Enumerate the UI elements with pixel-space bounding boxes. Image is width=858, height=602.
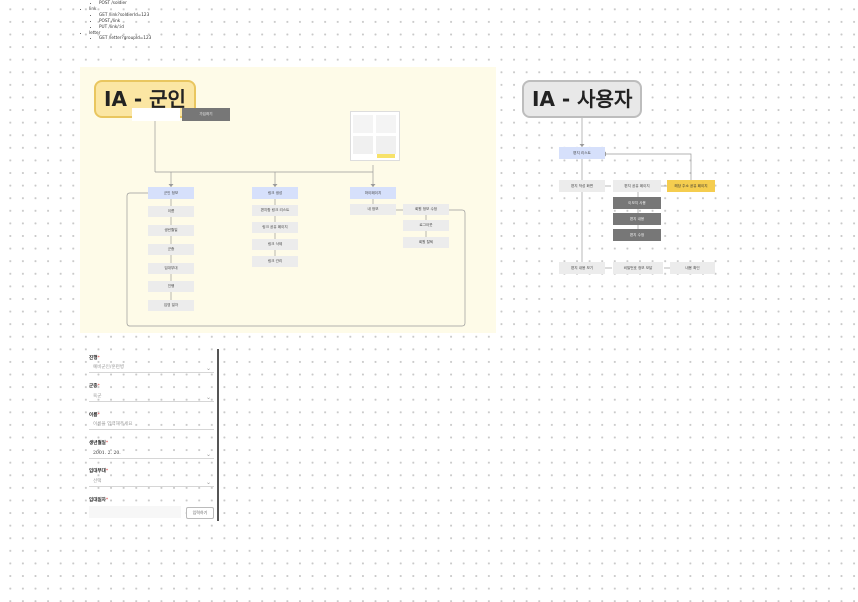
ia-soldier-node: 링크 삭제 — [252, 239, 298, 250]
birthdate-input[interactable]: 2001. 2. 20. ⌄ — [89, 449, 214, 459]
ia-soldier-node: 입대부대 — [148, 263, 194, 274]
ia-user-node: 편지 공유 페이지 — [613, 180, 661, 192]
form-label: 입대일자* — [89, 498, 109, 503]
unit-select[interactable]: 선택 ⌄ — [89, 477, 214, 487]
ia-user-title: IA - 사용자 — [522, 80, 643, 118]
ia-user-dark-node: 이모지 사용 — [613, 197, 661, 209]
ia-soldier-node: 이름 — [148, 206, 194, 217]
mini-screenshot-thumbnail — [350, 111, 400, 161]
form-label: 생년월일* — [89, 441, 109, 446]
chevron-down-icon: ⌄ — [205, 365, 211, 372]
chevron-down-icon: ⌄ — [205, 451, 211, 458]
ia-user-dark-node: 편지 내용 — [613, 213, 661, 225]
ia-soldier-node: 회원 탈퇴 — [403, 237, 449, 248]
ia-soldier-signup-node: 가입하기 — [182, 108, 230, 121]
ia-soldier-node: 입영 일자 — [148, 300, 194, 311]
ia-soldier-node: 링크 공유 페이지 — [252, 222, 298, 233]
ia-user-dark-node: 편지 수정 — [613, 229, 661, 241]
form-label: 군종* — [89, 384, 100, 389]
form-label: 진행* — [89, 356, 100, 361]
ia-user-node: 내용 확인 — [670, 262, 715, 274]
ia-soldier-node: 내 정보 — [350, 204, 396, 215]
chevron-down-icon: ⌄ — [205, 394, 211, 401]
ia-soldier-branch: 마이페이지 — [350, 187, 396, 199]
form-divider — [217, 349, 219, 521]
ia-soldier-node: 진행 — [148, 281, 194, 292]
form-label: 이름* — [89, 413, 100, 418]
enlist-date-input[interactable] — [89, 506, 181, 518]
ia-user-node: 비밀번호 정보 모달 — [613, 262, 663, 274]
chevron-down-icon: ⌄ — [205, 479, 211, 486]
ia-soldier-branch: 군인 정보 — [148, 187, 194, 199]
ia-soldier-node: 군종 — [148, 244, 194, 255]
ia-soldier-branch: 링크 생성 — [252, 187, 298, 199]
ia-user-root-node: 편지 리스트 — [559, 147, 605, 159]
ia-user-highlight-node: 해당 주소 공유 페이지 — [667, 180, 715, 192]
ia-soldier-node: 로그아웃 — [403, 220, 449, 231]
ia-soldier-node: 생년월일 — [148, 225, 194, 236]
ia-user-node: 편지 내용 보기 — [559, 262, 605, 274]
branch-select[interactable]: 육군 ⌄ — [89, 392, 214, 402]
ia-user-node: 편지 작성 화면 — [559, 180, 605, 192]
ia-soldier-node: 링크 관리 — [252, 256, 298, 267]
ia-soldier-entry-box — [132, 108, 180, 121]
progress-select[interactable]: 예비군인/훈련병 ⌄ — [89, 363, 214, 373]
ia-soldier-node: 회원 정보 수정 — [403, 204, 449, 215]
form-label: 입대부대* — [89, 469, 109, 474]
ia-soldier-node: 편지함 링크 리스트 — [252, 205, 298, 216]
submit-button[interactable]: 입력하기 — [186, 507, 214, 519]
name-input[interactable]: 이름을 입력해주세요 — [89, 420, 214, 430]
